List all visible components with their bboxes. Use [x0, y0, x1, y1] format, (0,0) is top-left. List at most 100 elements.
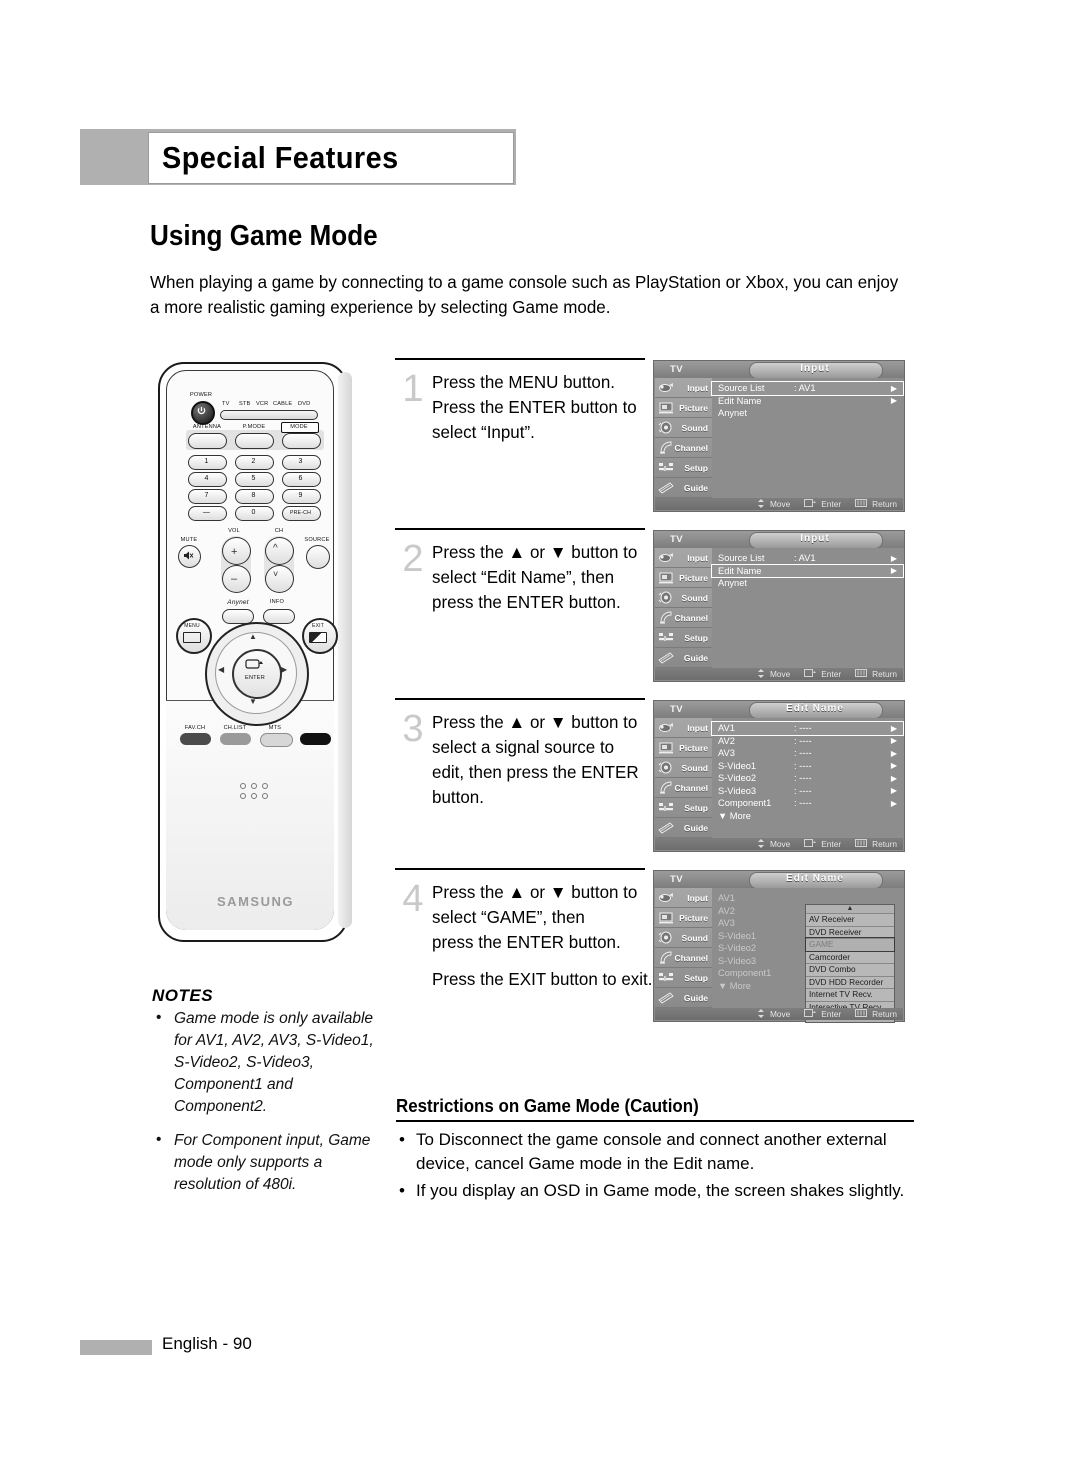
- osd-sidebar-item-picture[interactable]: Picture: [655, 398, 712, 418]
- osd-sidebar-item-sound[interactable]: Sound: [655, 758, 712, 778]
- dpad-up-button[interactable]: ▲: [249, 632, 257, 641]
- osd-sidebar-item-picture[interactable]: Picture: [655, 568, 712, 588]
- osd-sidebar-item-setup[interactable]: Setup: [655, 968, 712, 988]
- osd-menu-row[interactable]: Edit Name ▶: [711, 563, 904, 578]
- setup-icon: [658, 801, 674, 814]
- step-instruction: Press the ▲ or ▼ button to select “Edit N…: [432, 540, 660, 615]
- osd-row-label: S-Video2: [718, 943, 757, 954]
- osd-dropdown-item[interactable]: DVD Receiver: [806, 925, 894, 938]
- osd-sidebar-item-picture[interactable]: Picture: [655, 738, 712, 758]
- channel-up-button[interactable]: [265, 537, 294, 565]
- osd-sidebar-item-sound[interactable]: Sound: [655, 418, 712, 438]
- page-number: English - 90: [162, 1334, 252, 1353]
- chevron-right-icon: ▶: [890, 383, 897, 393]
- osd-sidebar-item-sound[interactable]: Sound: [655, 928, 712, 948]
- osd-menu-row[interactable]: AV2: ---- ▶: [712, 735, 903, 748]
- channel-down-button[interactable]: [265, 565, 294, 593]
- osd-menu-row[interactable]: S-Video2: ---- ▶: [712, 772, 903, 785]
- scroll-up-icon[interactable]: ▲: [806, 905, 894, 913]
- osd-row-label: ▼ More: [718, 980, 751, 991]
- osd-menu-row[interactable]: ▼ More: [712, 810, 903, 823]
- chevron-up-icon: ^: [273, 543, 278, 554]
- osd-menu-row[interactable]: Component1: ---- ▶: [712, 797, 903, 810]
- step-number: 4: [402, 878, 424, 920]
- osd-menu-row[interactable]: S-Video1: ---- ▶: [712, 760, 903, 773]
- key-1-label: 1: [204, 458, 209, 465]
- osd-menu-row[interactable]: Edit Name ▶: [712, 395, 903, 408]
- osd-sidebar-item-setup[interactable]: Setup: [655, 458, 712, 478]
- osd-sidebar-item-channel[interactable]: Channel: [655, 948, 712, 968]
- osd-sidebar-item-input[interactable]: Input: [655, 888, 712, 908]
- enter-button[interactable]: [232, 649, 282, 699]
- dpad-down-button[interactable]: ▼: [249, 697, 257, 706]
- osd-sidebar-item-input[interactable]: Input: [655, 378, 712, 398]
- osd-dropdown-item[interactable]: Internet TV Recv.: [806, 988, 894, 1001]
- mute-label: MUTE: [180, 537, 198, 543]
- osd-sidebar-item-input[interactable]: Input: [655, 718, 712, 738]
- menu-icon: [183, 632, 201, 643]
- step-number: 1: [402, 368, 424, 410]
- power-label: POWER: [190, 392, 213, 398]
- osd-sidebar-label: Guide: [683, 992, 708, 1003]
- favch-button[interactable]: [180, 733, 211, 745]
- info-label: INFO: [269, 599, 285, 605]
- minus-icon: –: [231, 573, 238, 585]
- osd-hint-label: Return: [872, 1009, 897, 1019]
- osd-sidebar-item-setup[interactable]: Setup: [655, 628, 712, 648]
- osd-sidebar-label: Input: [687, 382, 708, 393]
- osd-dropdown-item[interactable]: DVD Combo: [806, 963, 894, 976]
- osd-menu-row[interactable]: Anynet: [712, 407, 903, 420]
- osd-menu-row[interactable]: AV3: ---- ▶: [712, 747, 903, 760]
- osd-sidebar-item-guide[interactable]: Guide: [655, 988, 712, 1008]
- device-select-bar[interactable]: [220, 410, 318, 420]
- osd-hint-label: Enter: [821, 839, 842, 849]
- osd-source-name-dropdown[interactable]: ▲ AV Receiver DVD Receiver GAME Camcorder DVD…: [805, 904, 895, 1023]
- mute-icon: [184, 551, 194, 560]
- key-8-label: 8: [251, 492, 256, 499]
- exit-label: EXIT: [312, 623, 324, 629]
- osd-sidebar-item-sound[interactable]: Sound: [655, 588, 712, 608]
- osd-sidebar-item-channel[interactable]: Channel: [655, 608, 712, 628]
- osd-sidebar-item-channel[interactable]: Channel: [655, 778, 712, 798]
- step-line: Press the ▲ or ▼ button to: [432, 712, 638, 732]
- osd-menu-row[interactable]: AV1: ---- ▶: [711, 721, 904, 736]
- osd-menu-row[interactable]: Source List: AV1 ▶: [712, 552, 903, 565]
- chevron-right-icon: ▶: [890, 553, 897, 563]
- key-9-label: 9: [298, 492, 303, 499]
- osd-menu-row[interactable]: Anynet: [712, 577, 903, 590]
- osd-dropdown-item[interactable]: Camcorder: [806, 950, 894, 963]
- osd-sidebar-item-channel[interactable]: Channel: [655, 438, 712, 458]
- dpad-right-button[interactable]: ▶: [281, 665, 287, 674]
- chlist-button[interactable]: [220, 733, 251, 745]
- osd-sidebar-label: Picture: [679, 912, 708, 923]
- osd-sidebar-item-picture[interactable]: Picture: [655, 908, 712, 928]
- antenna-button[interactable]: [188, 433, 227, 449]
- osd-dropdown-item[interactable]: DVD HDD Recorder: [806, 975, 894, 988]
- osd-hint-label: Return: [872, 669, 897, 679]
- channel-icon: [658, 951, 674, 964]
- mts-button[interactable]: [260, 733, 293, 747]
- picture-icon: [658, 741, 674, 754]
- osd-sidebar-label: Sound: [681, 932, 708, 943]
- source-button[interactable]: [306, 545, 330, 569]
- osd-sidebar-item-input[interactable]: Input: [655, 548, 712, 568]
- osd-sidebar-item-guide[interactable]: Guide: [655, 818, 712, 838]
- osd-menu-row[interactable]: S-Video3: ---- ▶: [712, 785, 903, 798]
- info-button[interactable]: [263, 609, 295, 624]
- enter-icon: [804, 1009, 817, 1019]
- osd-menu-row[interactable]: AV1: [712, 892, 903, 905]
- unlabeled-black-button[interactable]: [300, 733, 331, 745]
- osd-dropdown-item[interactable]: AV Receiver: [806, 913, 894, 926]
- osd-dropdown-item[interactable]: GAME: [805, 937, 895, 952]
- setup-icon: [658, 971, 674, 984]
- osd-sidebar-item-setup[interactable]: Setup: [655, 798, 712, 818]
- mode-button[interactable]: [282, 433, 321, 449]
- vent-dot: [262, 783, 268, 789]
- dpad-left-button[interactable]: ◀: [218, 665, 224, 674]
- pmode-button[interactable]: [235, 433, 274, 449]
- osd-sidebar-item-guide[interactable]: Guide: [655, 648, 712, 668]
- osd-footer-hints: Move Enter Return: [655, 668, 903, 680]
- osd-menu-row[interactable]: Source List: AV1 ▶: [711, 381, 904, 396]
- osd-sidebar-item-guide[interactable]: Guide: [655, 478, 712, 498]
- note-item: For Component input, Game mode only supp…: [152, 1129, 387, 1196]
